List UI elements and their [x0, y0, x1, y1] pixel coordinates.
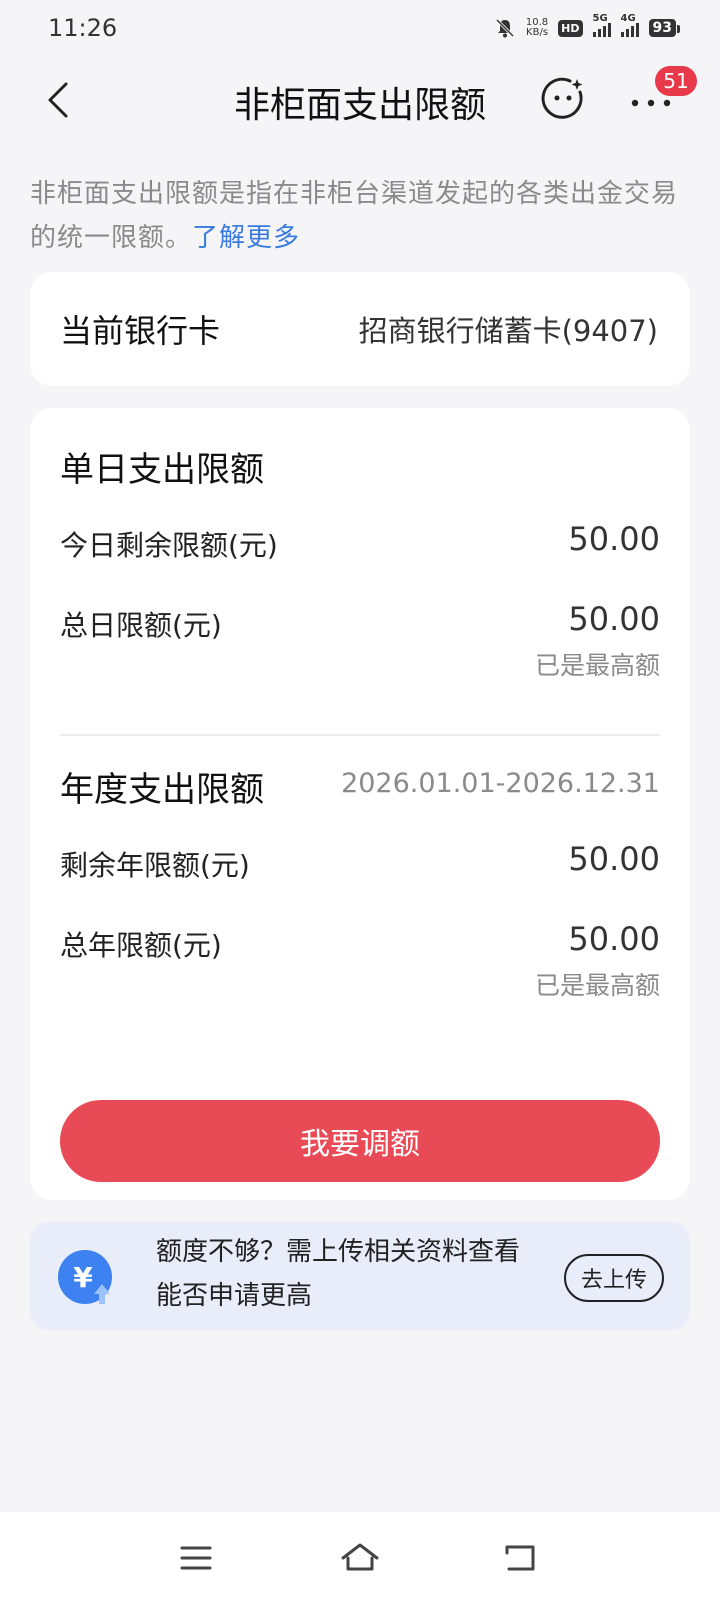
daily-limit-title: 单日支出限额	[60, 450, 264, 490]
yearly-total-label: 总年限额(元)	[60, 929, 222, 962]
bank-card-label: 当前银行卡	[60, 312, 221, 350]
hd-icon: HD	[558, 19, 583, 37]
nav-header: 非柜面支出限额 51	[0, 56, 720, 146]
intro-description: 非柜面支出限额是指在非柜台渠道发起的各类出金交易的统一限额。	[30, 179, 679, 253]
status-icons: 10.8 KB/s HD 5G 4G 93	[494, 13, 681, 39]
learn-more-link[interactable]: 了解更多	[192, 223, 300, 253]
nav-home-button[interactable]	[336, 1534, 384, 1582]
back-arrow-icon	[505, 1545, 535, 1571]
sim1-label: 5G	[592, 13, 608, 24]
limits-card: 单日支出限额 今日剩余限额(元) 50.00 总日限额(元) 50.00 已是最…	[30, 408, 690, 1200]
service-button[interactable]	[540, 76, 586, 122]
daily-remaining-label: 今日剩余限额(元)	[60, 529, 278, 562]
message-badge: 51	[655, 66, 697, 96]
yuan-upload-icon: ¥	[58, 1250, 116, 1308]
yearly-remaining-value: 50.00	[568, 840, 660, 878]
yearly-max-note: 已是最高额	[534, 971, 660, 1000]
system-nav-bar	[0, 1512, 720, 1600]
net-speed-unit: KB/s	[526, 27, 549, 38]
daily-max-note: 已是最高额	[534, 651, 660, 680]
signal-4g-icon: 4G	[620, 13, 639, 37]
bank-card-value: 招商银行储蓄卡(9407)	[358, 314, 658, 348]
menu-icon	[180, 1546, 212, 1570]
mute-bell-icon	[495, 18, 514, 38]
sim2-label: 4G	[620, 13, 636, 24]
yearly-date-range: 2026.01.01-2026.12.31	[341, 768, 660, 799]
nav-menu-button[interactable]	[172, 1534, 220, 1582]
battery-icon: 93	[648, 19, 681, 37]
upload-banner-text: 额度不够？需上传相关资料查看能否申请更高	[156, 1237, 521, 1311]
daily-total-value: 50.00	[568, 600, 660, 638]
net-speed: 10.8 KB/s	[526, 18, 548, 38]
status-time: 11:26	[48, 14, 118, 42]
daily-total-label: 总日限额(元)	[60, 609, 222, 642]
yearly-limit-title: 年度支出限额	[60, 770, 264, 810]
smiley-service-icon	[541, 77, 583, 119]
yuan-symbol: ¥	[73, 1261, 93, 1294]
section-divider	[60, 734, 660, 736]
intro-text: 非柜面支出限额是指在非柜台渠道发起的各类出金交易的统一限额。了解更多	[30, 172, 694, 260]
home-icon	[341, 1543, 379, 1571]
page-title: 非柜面支出限额	[233, 85, 486, 126]
status-bar: 11:26 10.8 KB/s HD 5G 4G 93	[0, 0, 720, 56]
yearly-total-value: 50.00	[568, 920, 660, 958]
nav-back-button[interactable]	[496, 1534, 544, 1582]
daily-remaining-value: 50.00	[568, 520, 660, 558]
upload-banner[interactable]: ¥ 额度不够？需上传相关资料查看能否申请更高 去上传	[30, 1222, 690, 1330]
bank-card-row: 当前银行卡 招商银行储蓄卡(9407)	[30, 272, 690, 386]
yearly-remaining-label: 剩余年限额(元)	[60, 849, 250, 882]
more-dots-icon	[631, 99, 671, 107]
signal-5g-icon: 5G	[592, 13, 611, 37]
adjust-limit-button[interactable]: 我要调额	[60, 1100, 660, 1182]
go-upload-button[interactable]: 去上传	[564, 1254, 664, 1302]
